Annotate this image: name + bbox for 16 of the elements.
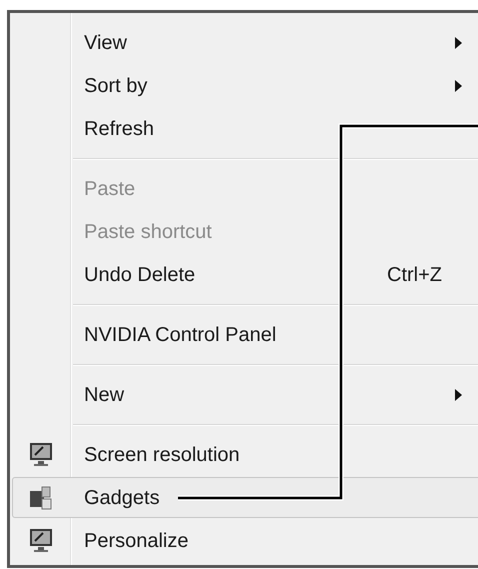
submenu-arrow-icon — [455, 36, 462, 48]
menu-item[interactable]: Personalize — [12, 520, 478, 561]
menu-item[interactable]: Gadgets — [12, 477, 478, 518]
shortcut-text: Ctrl+Z — [387, 262, 442, 288]
menu-item[interactable]: View — [12, 22, 478, 63]
gadget-icon — [29, 484, 53, 510]
menu-item[interactable]: Sort by — [12, 65, 478, 106]
submenu-arrow-icon — [455, 388, 462, 400]
monitor-icon — [29, 442, 53, 468]
monitor-brush-icon — [29, 528, 53, 554]
menu-item[interactable]: Screen resolution — [12, 434, 478, 475]
menu-item[interactable]: Refresh — [12, 108, 478, 149]
submenu-arrow-icon — [455, 80, 462, 92]
menu-item[interactable]: New — [12, 374, 478, 415]
menu-item[interactable]: Undo Delete Ctrl+Z — [12, 254, 478, 295]
menu-item[interactable]: NVIDIA Control Panel — [12, 314, 478, 355]
